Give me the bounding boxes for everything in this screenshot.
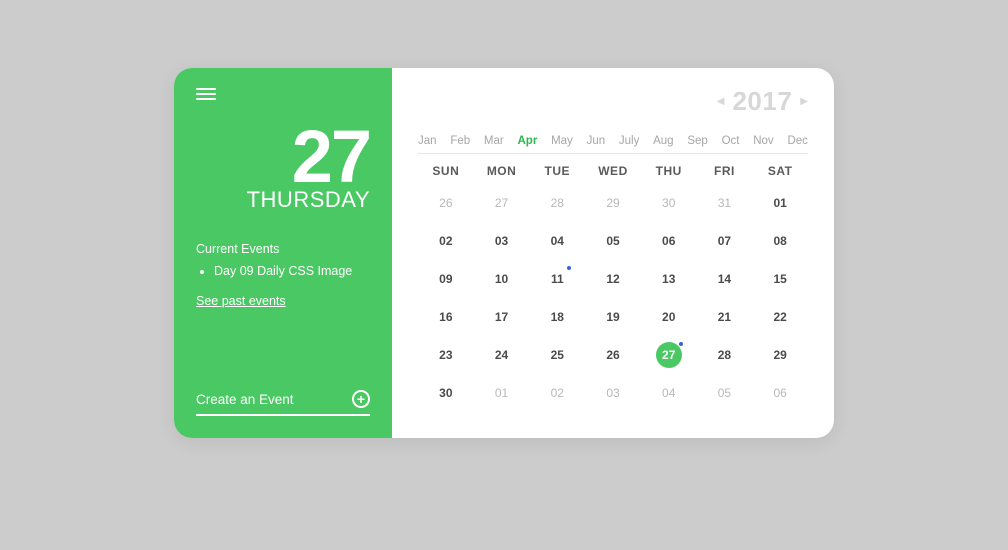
weekday-tue: TUE	[529, 164, 585, 178]
month-oct[interactable]: Oct	[722, 135, 740, 147]
day-cell[interactable]: 02	[418, 222, 474, 260]
day-cell[interactable]: 14	[697, 260, 753, 298]
day-cell[interactable]: 01	[752, 184, 808, 222]
day-cell[interactable]: 09	[418, 260, 474, 298]
month-feb[interactable]: Feb	[450, 135, 470, 147]
current-events: Current Events Day 09 Daily CSS Image	[196, 242, 370, 278]
calendar-panel: ◀ 2017 ▶ JanFebMarAprMayJunJulyAugSepOct…	[392, 68, 834, 438]
month-mar[interactable]: Mar	[484, 135, 504, 147]
weekday-header: SUNMONTUEWEDTHUFRISAT	[418, 164, 808, 178]
selected-day-number: 27	[196, 126, 370, 189]
next-year-arrow-icon[interactable]: ▶	[800, 96, 808, 107]
day-cell[interactable]: 05	[585, 222, 641, 260]
month-jun[interactable]: Jun	[587, 135, 606, 147]
day-cell[interactable]: 04	[641, 374, 697, 412]
day-cell[interactable]: 07	[697, 222, 753, 260]
day-cell[interactable]: 27	[641, 336, 697, 374]
day-cell[interactable]: 24	[474, 336, 530, 374]
day-grid: 2627282930310102030405060708091011121314…	[418, 184, 808, 412]
create-event-label: Create an Event	[196, 392, 294, 407]
day-cell[interactable]: 03	[474, 222, 530, 260]
month-selector: Jan Feb Mar Apr May Jun July Aug Sep Oct Nov Dec	[418, 135, 808, 154]
see-past-events-link[interactable]: See past events	[196, 294, 370, 308]
side-panel: 27 THURSDAY Current Events Day 09 Daily …	[174, 68, 392, 438]
day-cell[interactable]: 20	[641, 298, 697, 336]
day-cell[interactable]: 31	[697, 184, 753, 222]
weekday-mon: MON	[474, 164, 530, 178]
day-cell[interactable]: 11	[529, 260, 585, 298]
event-dot-icon	[567, 266, 571, 270]
weekday-fri: FRI	[697, 164, 753, 178]
month-july[interactable]: July	[619, 135, 639, 147]
day-cell[interactable]: 26	[585, 336, 641, 374]
day-cell[interactable]: 06	[641, 222, 697, 260]
weekday-thu: THU	[641, 164, 697, 178]
day-cell[interactable]: 25	[529, 336, 585, 374]
month-sep[interactable]: Sep	[687, 135, 707, 147]
current-events-heading: Current Events	[196, 242, 370, 256]
create-event-row[interactable]: Create an Event +	[196, 384, 370, 416]
day-cell[interactable]: 02	[529, 374, 585, 412]
current-events-list: Day 09 Daily CSS Image	[214, 264, 370, 278]
day-cell[interactable]: 17	[474, 298, 530, 336]
month-may[interactable]: May	[551, 135, 573, 147]
weekday-sun: SUN	[418, 164, 474, 178]
day-cell[interactable]: 27	[474, 184, 530, 222]
year-selector: ◀ 2017 ▶	[418, 86, 808, 117]
day-cell[interactable]: 19	[585, 298, 641, 336]
selected-date-display: 27 THURSDAY	[196, 126, 370, 210]
event-item[interactable]: Day 09 Daily CSS Image	[214, 264, 370, 278]
day-cell[interactable]: 15	[752, 260, 808, 298]
day-cell[interactable]: 30	[641, 184, 697, 222]
calendar-card: 27 THURSDAY Current Events Day 09 Daily …	[174, 68, 834, 438]
day-cell[interactable]: 16	[418, 298, 474, 336]
day-cell[interactable]: 28	[697, 336, 753, 374]
day-cell[interactable]: 26	[418, 184, 474, 222]
menu-icon[interactable]	[196, 88, 216, 100]
day-cell[interactable]: 29	[585, 184, 641, 222]
day-cell[interactable]: 10	[474, 260, 530, 298]
month-aug[interactable]: Aug	[653, 135, 673, 147]
day-cell[interactable]: 21	[697, 298, 753, 336]
day-cell[interactable]: 13	[641, 260, 697, 298]
day-cell[interactable]: 04	[529, 222, 585, 260]
year-label: 2017	[732, 86, 792, 117]
day-cell[interactable]: 30	[418, 374, 474, 412]
selected-day-name: THURSDAY	[196, 191, 370, 210]
month-apr[interactable]: Apr	[517, 135, 537, 147]
event-dot-icon	[679, 342, 683, 346]
day-cell[interactable]: 01	[474, 374, 530, 412]
day-cell[interactable]: 22	[752, 298, 808, 336]
day-cell[interactable]: 29	[752, 336, 808, 374]
day-cell[interactable]: 08	[752, 222, 808, 260]
day-cell[interactable]: 18	[529, 298, 585, 336]
day-cell[interactable]: 06	[752, 374, 808, 412]
prev-year-arrow-icon[interactable]: ◀	[717, 96, 725, 107]
day-cell[interactable]: 12	[585, 260, 641, 298]
weekday-wed: WED	[585, 164, 641, 178]
day-cell[interactable]: 28	[529, 184, 585, 222]
month-nov[interactable]: Nov	[753, 135, 773, 147]
day-cell[interactable]: 23	[418, 336, 474, 374]
day-cell[interactable]: 05	[697, 374, 753, 412]
month-dec[interactable]: Dec	[787, 135, 807, 147]
plus-circle-icon: +	[352, 390, 370, 408]
weekday-sat: SAT	[752, 164, 808, 178]
month-jan[interactable]: Jan	[418, 135, 437, 147]
day-cell[interactable]: 03	[585, 374, 641, 412]
